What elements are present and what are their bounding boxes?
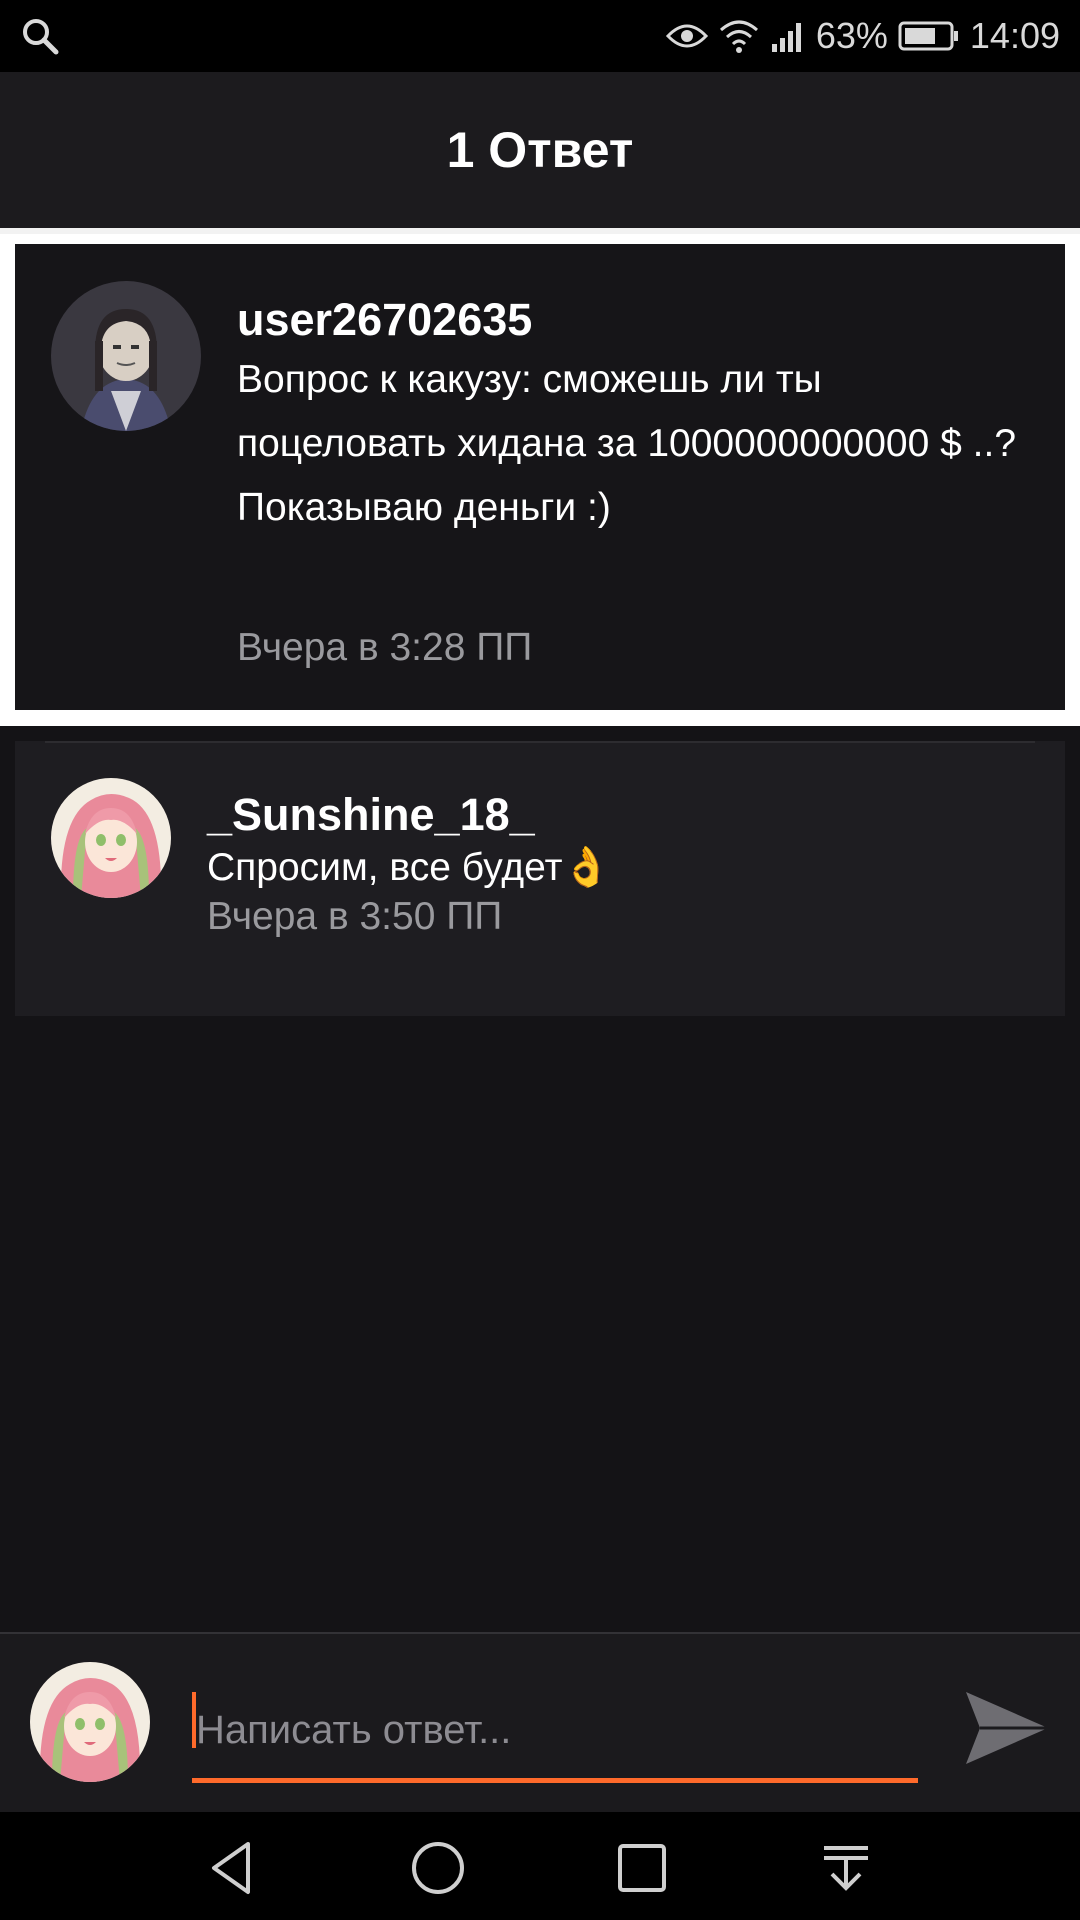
comment-text: Вопрос к какузу: сможешь ли ты поцеловат… <box>237 358 1017 529</box>
eye-icon <box>665 24 708 48</box>
reply-input[interactable] <box>192 1690 922 1770</box>
wifi-icon <box>719 20 758 53</box>
input-underline <box>192 1778 918 1783</box>
reply-timestamp: Вчера в 3:50 ПП <box>207 895 503 938</box>
reply-username[interactable]: _Sunshine_18_ <box>207 789 535 841</box>
reply-text: Спросим, все будет👌 <box>207 846 611 889</box>
send-icon[interactable] <box>960 1682 1052 1774</box>
battery-icon <box>898 21 958 51</box>
home-icon[interactable] <box>406 1836 470 1900</box>
search-icon[interactable] <box>20 16 60 56</box>
signal-icon <box>771 23 801 52</box>
clock: 14:09 <box>969 15 1060 56</box>
avatar[interactable] <box>51 778 171 898</box>
back-icon[interactable] <box>202 1836 266 1900</box>
header: 1 Ответ <box>0 72 1080 228</box>
parent-comment-frame: user26702635 Вопрос к какузу: сможешь ли… <box>0 234 1080 726</box>
page-title: 1 Ответ <box>446 122 634 178</box>
battery-percent: 63% <box>815 15 888 56</box>
comment-username[interactable]: user26702635 <box>237 294 532 346</box>
text-caret <box>192 1692 196 1748</box>
comment-timestamp: Вчера в 3:28 ПП <box>237 626 533 669</box>
system-nav-bar <box>0 1812 1080 1920</box>
reply-composer <box>0 1632 1080 1814</box>
parent-comment: user26702635 Вопрос к какузу: сможешь ли… <box>15 244 1065 710</box>
avatar[interactable] <box>51 281 201 431</box>
avatar <box>30 1662 150 1782</box>
notification-pull-icon[interactable] <box>814 1836 878 1900</box>
reply-comment: _Sunshine_18_ Спросим, все будет👌 Вчера … <box>15 741 1065 1016</box>
status-bar: 63% 14:09 <box>0 0 1080 72</box>
recents-icon[interactable] <box>610 1836 674 1900</box>
divider <box>45 741 1035 743</box>
